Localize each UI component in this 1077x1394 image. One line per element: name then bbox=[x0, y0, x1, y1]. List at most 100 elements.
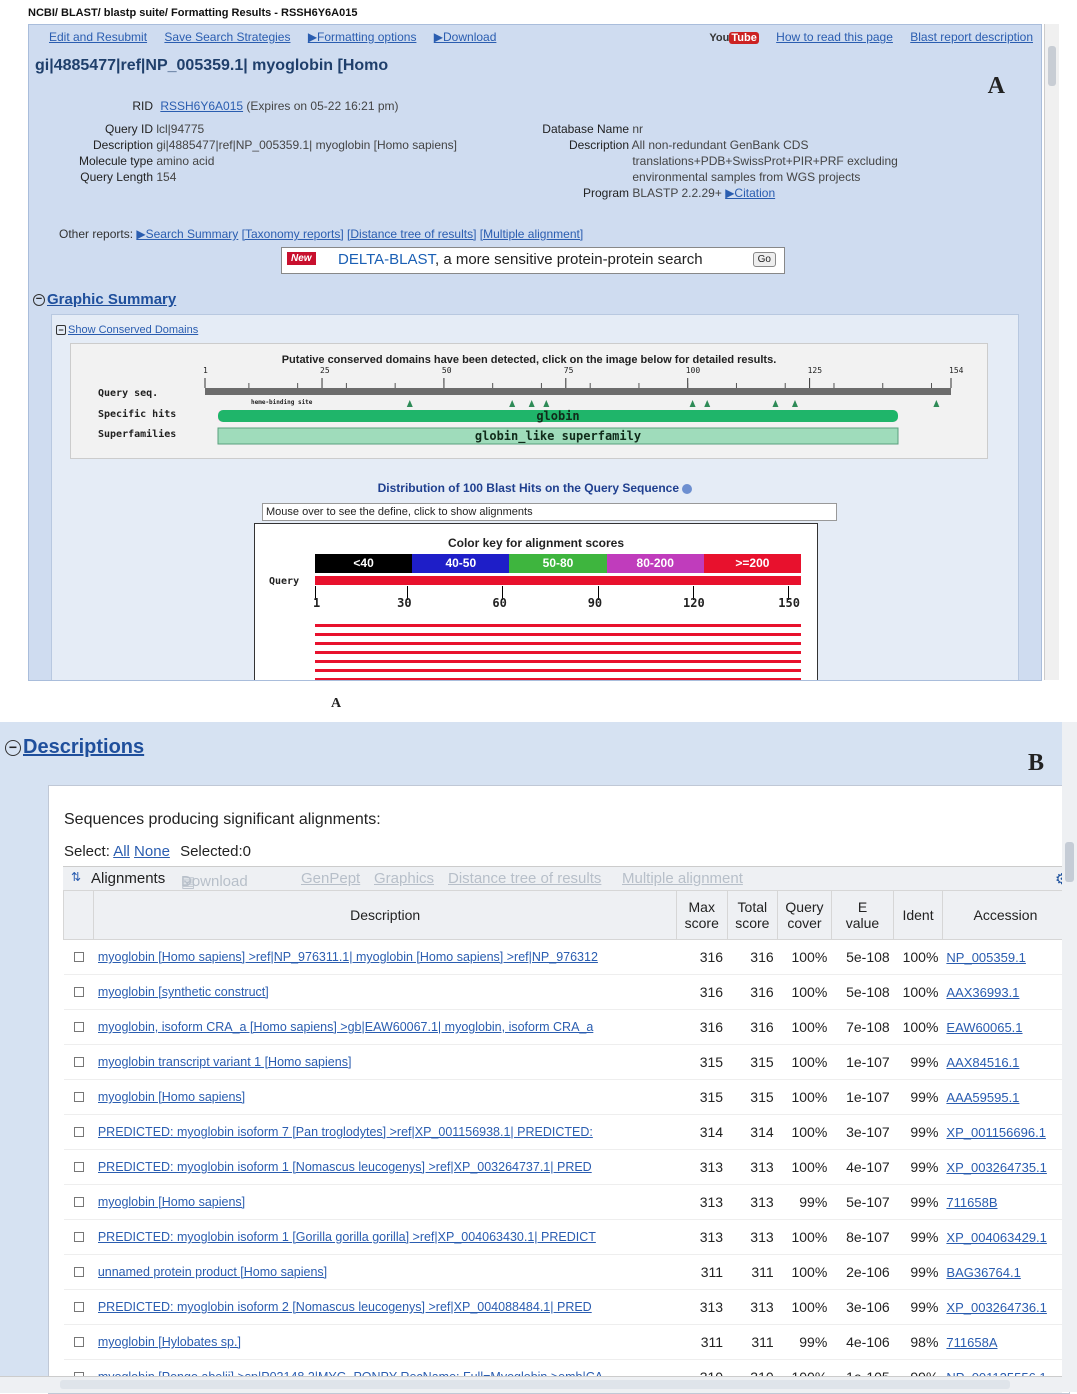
horizontal-scrollbar[interactable] bbox=[0, 1376, 1062, 1393]
hit-line[interactable] bbox=[315, 651, 801, 654]
accession-link[interactable]: BAG36764.1 bbox=[946, 1265, 1020, 1280]
description-link[interactable]: PREDICTED: myoglobin isoform 1 [Gorilla … bbox=[98, 1230, 666, 1244]
row-checkbox[interactable] bbox=[74, 1197, 84, 1207]
accession-link[interactable]: 711658A bbox=[946, 1335, 997, 1350]
youtube-logo[interactable]: YouTube bbox=[695, 32, 758, 44]
row-checkbox-cell[interactable] bbox=[64, 1255, 94, 1290]
scrollbar-thumb[interactable] bbox=[60, 1380, 1010, 1389]
description-link[interactable]: myoglobin [Homo sapiens] >ref|NP_976311.… bbox=[98, 950, 666, 964]
row-checkbox-cell[interactable] bbox=[64, 1115, 94, 1150]
header-ident[interactable]: Ident bbox=[894, 891, 943, 940]
description-link[interactable]: unnamed protein product [Homo sapiens] bbox=[98, 1265, 666, 1279]
description-cell[interactable]: unnamed protein product [Homo sapiens] bbox=[94, 1255, 677, 1290]
accession-cell[interactable]: NP_005359.1 bbox=[942, 940, 1068, 975]
table-row[interactable]: myoglobin [Homo sapiens]31331399%5e-1079… bbox=[64, 1185, 1069, 1220]
accession-link[interactable]: AAX36993.1 bbox=[946, 985, 1019, 1000]
row-checkbox[interactable] bbox=[74, 1092, 84, 1102]
description-link[interactable]: myoglobin, isoform CRA_a [Homo sapiens] … bbox=[98, 1020, 666, 1034]
accession-cell[interactable]: AAX36993.1 bbox=[942, 975, 1068, 1010]
table-row[interactable]: PREDICTED: myoglobin isoform 2 [Nomascus… bbox=[64, 1290, 1069, 1325]
table-row[interactable]: myoglobin [Homo sapiens] >ref|NP_976311.… bbox=[64, 940, 1069, 975]
row-checkbox-cell[interactable] bbox=[64, 1185, 94, 1220]
collapse-icon[interactable]: − bbox=[5, 740, 21, 756]
taxonomy-reports-link[interactable]: [Taxonomy reports] bbox=[242, 227, 344, 241]
delta-blast-banner[interactable]: New DELTA-BLAST, a more sensitive protei… bbox=[281, 247, 785, 274]
description-link[interactable]: myoglobin [Hylobates sp.] bbox=[98, 1335, 666, 1349]
row-checkbox[interactable] bbox=[74, 1337, 84, 1347]
header-description[interactable]: Description bbox=[94, 891, 677, 940]
description-cell[interactable]: myoglobin [Hylobates sp.] bbox=[94, 1325, 677, 1360]
hit-line[interactable] bbox=[315, 660, 801, 663]
accession-link[interactable]: NP_005359.1 bbox=[946, 950, 1026, 965]
table-row[interactable]: PREDICTED: myoglobin isoform 1 [Gorilla … bbox=[64, 1220, 1069, 1255]
description-link[interactable]: myoglobin transcript variant 1 [Homo sap… bbox=[98, 1055, 666, 1069]
row-checkbox[interactable] bbox=[74, 1232, 84, 1242]
description-cell[interactable]: myoglobin [synthetic construct] bbox=[94, 975, 677, 1010]
header-query-cover[interactable]: Querycover bbox=[778, 891, 832, 940]
vertical-scrollbar[interactable] bbox=[1062, 722, 1077, 1392]
accession-cell[interactable]: XP_003264735.1 bbox=[942, 1150, 1068, 1185]
rid-link[interactable]: RSSH6Y6A015 bbox=[160, 99, 243, 113]
scrollbar-thumb[interactable] bbox=[1048, 46, 1056, 86]
hit-line[interactable] bbox=[315, 633, 801, 636]
description-link[interactable]: myoglobin [Homo sapiens] bbox=[98, 1090, 666, 1104]
description-cell[interactable]: PREDICTED: myoglobin isoform 1 [Nomascus… bbox=[94, 1150, 677, 1185]
row-checkbox-cell[interactable] bbox=[64, 1010, 94, 1045]
description-cell[interactable]: myoglobin transcript variant 1 [Homo sap… bbox=[94, 1045, 677, 1080]
description-cell[interactable]: myoglobin [Homo sapiens] bbox=[94, 1185, 677, 1220]
description-cell[interactable]: myoglobin [Homo sapiens] bbox=[94, 1080, 677, 1115]
go-button[interactable]: Go bbox=[753, 252, 776, 267]
row-checkbox-cell[interactable] bbox=[64, 975, 94, 1010]
hit-line[interactable] bbox=[315, 678, 801, 681]
row-checkbox[interactable] bbox=[74, 1057, 84, 1067]
download-link[interactable]: ▶Download bbox=[434, 30, 497, 44]
accession-cell[interactable]: 711658A bbox=[942, 1325, 1068, 1360]
graphics-link[interactable]: Graphics bbox=[374, 870, 434, 887]
header-max-score[interactable]: Maxscore bbox=[676, 891, 727, 940]
accession-link[interactable]: XP_001156696.1 bbox=[946, 1125, 1046, 1140]
accession-cell[interactable]: XP_004063429.1 bbox=[942, 1220, 1068, 1255]
search-summary-link[interactable]: ▶Search Summary bbox=[136, 227, 238, 241]
download-button[interactable]: ▤ Download ⌄ bbox=[181, 870, 194, 888]
show-conserved-domains[interactable]: −Show Conserved Domains bbox=[56, 324, 198, 336]
row-checkbox-cell[interactable] bbox=[64, 1080, 94, 1115]
multiple-alignment-link[interactable]: Multiple alignment bbox=[622, 870, 743, 887]
header-evalue[interactable]: Evalue bbox=[831, 891, 893, 940]
accession-link[interactable]: XP_003264736.1 bbox=[946, 1300, 1046, 1315]
multiple-alignment-link[interactable]: [Multiple alignment] bbox=[480, 227, 583, 241]
select-none-link[interactable]: None bbox=[134, 843, 170, 860]
how-to-read-link[interactable]: How to read this page bbox=[776, 30, 893, 44]
edit-resubmit-link[interactable]: Edit and Resubmit bbox=[49, 30, 147, 44]
description-cell[interactable]: PREDICTED: myoglobin isoform 7 [Pan trog… bbox=[94, 1115, 677, 1150]
row-checkbox[interactable] bbox=[74, 1302, 84, 1312]
row-checkbox-cell[interactable] bbox=[64, 1220, 94, 1255]
row-checkbox[interactable] bbox=[74, 987, 84, 997]
sort-icon[interactable]: ⇅ bbox=[71, 870, 81, 884]
collapse-icon[interactable]: − bbox=[56, 325, 66, 335]
row-checkbox[interactable] bbox=[74, 1127, 84, 1137]
accession-cell[interactable]: XP_001156696.1 bbox=[942, 1115, 1068, 1150]
row-checkbox-cell[interactable] bbox=[64, 1150, 94, 1185]
table-row[interactable]: myoglobin [Hylobates sp.]31131199%4e-106… bbox=[64, 1325, 1069, 1360]
save-strategies-link[interactable]: Save Search Strategies bbox=[164, 30, 290, 44]
accession-link[interactable]: EAW60065.1 bbox=[946, 1020, 1022, 1035]
row-checkbox-cell[interactable] bbox=[64, 1325, 94, 1360]
row-checkbox-cell[interactable] bbox=[64, 1290, 94, 1325]
table-row[interactable]: myoglobin transcript variant 1 [Homo sap… bbox=[64, 1045, 1069, 1080]
description-cell[interactable]: myoglobin [Homo sapiens] >ref|NP_976311.… bbox=[94, 940, 677, 975]
table-row[interactable]: unnamed protein product [Homo sapiens]31… bbox=[64, 1255, 1069, 1290]
vertical-scrollbar[interactable] bbox=[1044, 24, 1059, 680]
blast-hits-graphic[interactable]: Color key for alignment scores <4040-505… bbox=[254, 523, 818, 681]
description-link[interactable]: PREDICTED: myoglobin isoform 7 [Pan trog… bbox=[98, 1125, 666, 1139]
scrollbar-thumb[interactable] bbox=[1065, 842, 1074, 882]
distance-tree-link[interactable]: [Distance tree of results] bbox=[347, 227, 476, 241]
row-checkbox-cell[interactable] bbox=[64, 940, 94, 975]
hit-line[interactable] bbox=[315, 669, 801, 672]
help-icon[interactable] bbox=[682, 484, 692, 494]
row-checkbox-cell[interactable] bbox=[64, 1045, 94, 1080]
accession-link[interactable]: AAX84516.1 bbox=[946, 1055, 1019, 1070]
accession-cell[interactable]: AAA59595.1 bbox=[942, 1080, 1068, 1115]
header-accession[interactable]: Accession bbox=[942, 891, 1068, 940]
graphic-summary-heading[interactable]: −Graphic Summary bbox=[33, 291, 176, 308]
row-checkbox[interactable] bbox=[74, 1022, 84, 1032]
